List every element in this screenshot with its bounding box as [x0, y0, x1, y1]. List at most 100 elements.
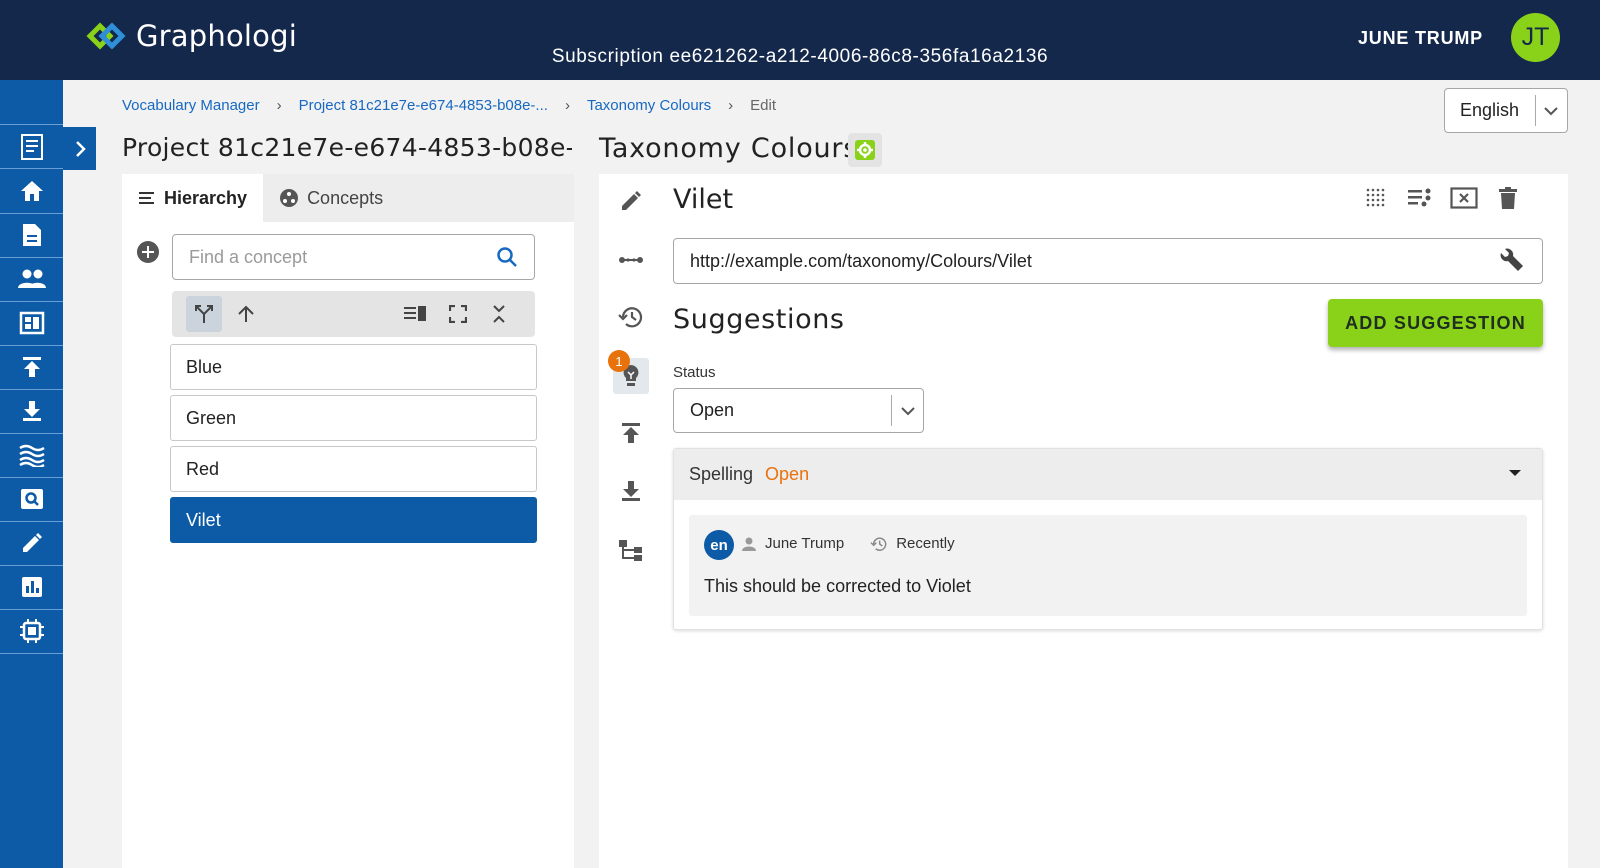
pencil-icon	[22, 533, 42, 552]
concept-uri-value: http://example.com/taxonomy/Colours/Vile…	[690, 250, 1032, 271]
concept-item-green[interactable]: Green	[170, 395, 537, 441]
sidebar-item-files[interactable]	[0, 213, 63, 258]
tab-concepts[interactable]: Concepts	[263, 174, 399, 222]
comment-time: Recently	[896, 535, 955, 552]
comment-author: June Trump	[765, 535, 845, 552]
rail-history-button[interactable]	[613, 299, 649, 335]
search-box-icon	[20, 489, 43, 509]
chevron-down-icon	[892, 406, 923, 416]
suggestion-card-header[interactable]: Spelling Open	[674, 449, 1542, 500]
wrench-icon[interactable]	[1500, 248, 1526, 274]
concepts-icon	[280, 189, 299, 207]
gear-icon	[855, 140, 875, 160]
tab-label: Concepts	[307, 187, 384, 208]
waves-icon	[18, 444, 45, 467]
linear-scale-icon	[619, 257, 643, 263]
sidebar-item-streams[interactable]	[0, 433, 63, 478]
person-icon	[742, 537, 756, 551]
suggestion-type: Spelling	[689, 464, 754, 484]
rail-relations-button[interactable]	[613, 242, 649, 278]
concept-item-red[interactable]: Red	[170, 446, 537, 492]
concept-editor-panel: 1 Vilet http://example.com/taxonomy/Colo…	[599, 174, 1568, 868]
search-placeholder: Find a concept	[189, 246, 308, 267]
history-icon	[870, 537, 887, 551]
breadcrumb-current: Edit	[750, 97, 777, 114]
rail-hierarchy-button[interactable]	[613, 532, 649, 568]
rail-upload-button[interactable]	[613, 415, 649, 451]
add-concept-button[interactable]	[136, 240, 160, 264]
account-tree-icon	[619, 540, 642, 561]
rail-edit-button[interactable]	[613, 183, 649, 219]
details-view-button[interactable]	[1404, 182, 1436, 214]
history-icon	[618, 307, 643, 328]
sidebar-item-reports[interactable]	[0, 565, 63, 610]
add-suggestion-button[interactable]: ADD SUGGESTION	[1328, 299, 1543, 347]
add-circle-icon	[137, 241, 159, 263]
concept-search-input[interactable]: Find a concept	[172, 234, 535, 280]
concept-item-vilet[interactable]: Vilet	[170, 497, 537, 543]
chevron-down-icon	[1536, 106, 1567, 116]
sidebar-item-home[interactable]	[0, 169, 63, 214]
concept-item-blue[interactable]: Blue	[170, 344, 537, 390]
list-icon	[139, 192, 154, 204]
suggestion-comment: en June Trump Recently This should be co…	[689, 515, 1527, 616]
comment-text: This should be corrected to Violet	[704, 576, 971, 596]
arrow-up-icon	[238, 305, 254, 322]
status-select[interactable]: Open	[673, 388, 924, 433]
collapse-icon	[493, 305, 505, 323]
suggestions-heading: Suggestions	[673, 304, 845, 335]
subscription-id: Subscription ee621262-a212-4006-86c8-356…	[551, 46, 1049, 67]
delete-concept-button[interactable]	[1492, 182, 1524, 214]
project-title: Project 81c21e7e-e674-4853-b08e-367ac2d.…	[122, 133, 572, 162]
collapse-all-button[interactable]	[481, 296, 517, 332]
fullscreen-icon	[449, 305, 467, 323]
go-to-parent-button[interactable]	[228, 296, 264, 332]
breadcrumb: Vocabulary Manager › Project 81c21e7e-e6…	[122, 97, 776, 114]
download-icon	[622, 481, 640, 501]
chip-icon	[19, 619, 44, 643]
upload-icon	[622, 423, 640, 443]
pencil-icon	[622, 191, 641, 210]
file-icon	[22, 224, 41, 246]
people-icon	[17, 269, 46, 288]
breadcrumb-project[interactable]: Project 81c21e7e-e674-4853-b08e-...	[299, 97, 548, 114]
avatar[interactable]: JT	[1511, 13, 1560, 62]
language-select[interactable]: English	[1444, 88, 1568, 133]
split-view-button[interactable]	[397, 296, 433, 332]
suggestion-card: Spelling Open en June Trump Recently Thi…	[673, 448, 1543, 630]
close-concept-button[interactable]	[1448, 182, 1480, 214]
home-icon	[20, 181, 43, 201]
breadcrumb-vocabulary-manager[interactable]: Vocabulary Manager	[122, 97, 260, 114]
grid-dots-icon	[1366, 188, 1385, 207]
matrix-view-button[interactable]	[1360, 182, 1392, 214]
breadcrumb-separator-icon: ›	[728, 97, 734, 114]
sidebar-item-edit[interactable]	[0, 521, 63, 566]
sidebar-item-search[interactable]	[0, 477, 63, 522]
caret-down-icon[interactable]	[1508, 469, 1522, 477]
breadcrumb-taxonomy[interactable]: Taxonomy Colours	[587, 97, 711, 114]
breadcrumb-separator-icon: ›	[276, 97, 282, 114]
taxonomy-settings-button[interactable]	[848, 133, 882, 167]
document-outline-icon	[20, 133, 43, 160]
fullscreen-button[interactable]	[440, 296, 476, 332]
user-name[interactable]: JUNE TRUMP	[1358, 28, 1483, 49]
sidebar-item-download[interactable]	[0, 389, 63, 434]
search-icon[interactable]	[496, 246, 518, 268]
sidebar-expand-button[interactable]	[63, 127, 96, 170]
sidebar-item-dashboard[interactable]	[0, 301, 63, 346]
sidebar-item-upload[interactable]	[0, 345, 63, 390]
rail-download-button[interactable]	[613, 473, 649, 509]
branch-view-button[interactable]	[186, 296, 222, 332]
status-select-value: Open	[690, 400, 735, 420]
sidebar-item-documents[interactable]	[0, 124, 63, 169]
hierarchy-toolbar	[172, 291, 535, 337]
tab-hierarchy[interactable]: Hierarchy	[122, 174, 264, 222]
chart-icon	[21, 577, 42, 597]
language-select-value: English	[1460, 100, 1520, 120]
trash-icon	[1499, 187, 1517, 209]
status-label: Status	[673, 364, 716, 381]
concept-uri-field[interactable]: http://example.com/taxonomy/Colours/Vile…	[673, 238, 1543, 284]
sidebar-item-processing[interactable]	[0, 609, 63, 654]
suggestion-status: Open	[765, 464, 810, 484]
sidebar-item-users[interactable]	[0, 257, 63, 302]
